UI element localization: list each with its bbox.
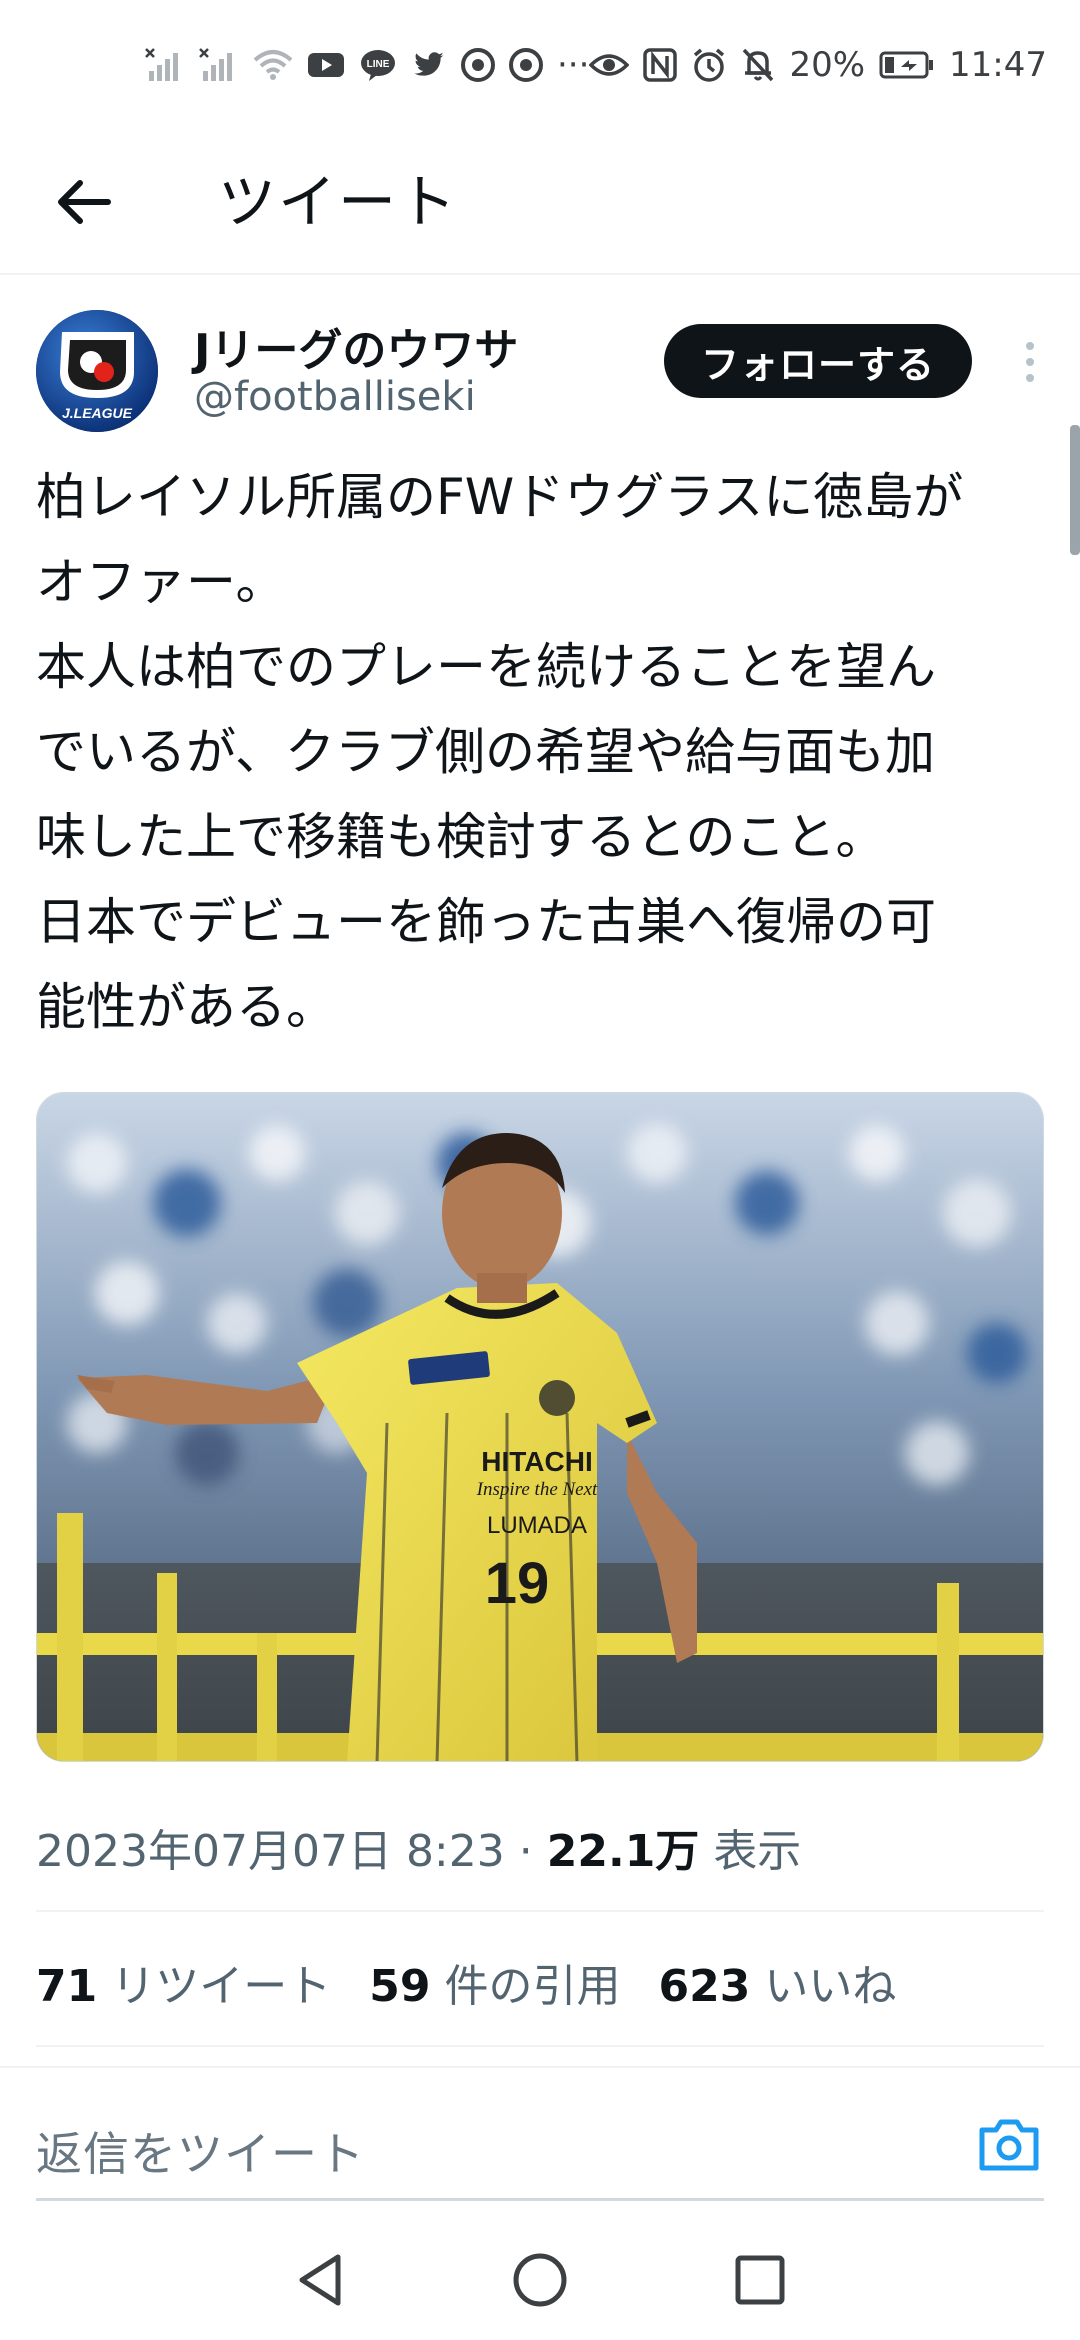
twitter-icon [411,49,447,81]
svg-text:LINE: LINE [367,59,390,70]
jersey-sponsor: HITACHI [481,1446,592,1477]
more-dot-icon [1026,358,1034,366]
chrome-icon [509,48,543,82]
more-dot-icon [1026,374,1034,382]
jersey-sub: LUMADA [487,1512,587,1539]
retweets-label: リツイート [111,1961,332,2012]
tweet-line: 味した上で移籍も検討するとのこと。 [36,808,886,866]
tweet-photo[interactable]: HITACHI Inspire the Next LUMADA 19 [36,1092,1044,1762]
retweets-count: 71 [36,1961,98,2012]
nav-recents-button[interactable] [725,2245,795,2315]
reply-input[interactable]: 返信をツイート [36,2118,365,2184]
retweets-stat[interactable]: 71 リツイート [36,1950,331,2014]
tweet-text: 柏レイソル所属のFWドウグラスに徳島が オファー。 本人は柏でのプレーを続けるこ… [36,455,1046,1050]
signal-off-icon [199,47,239,83]
status-left: LINE ··· [145,45,589,85]
tweet-author: J.LEAGUE Jリーグのウワサ @footballiseki フォローする [36,310,1046,435]
camera-icon [979,2119,1039,2171]
jersey-tagline: Inspire the Next [476,1479,598,1500]
likes-stat[interactable]: 623 いいね [658,1950,896,2014]
youtube-icon [307,50,345,80]
views-count: 22.1万 [546,1826,700,1877]
avatar[interactable]: J.LEAGUE [36,310,158,432]
likes-label: いいね [764,1961,897,2012]
top-app-bar: ツイート [0,130,1080,275]
tweet-line: でいるが、クラブ側の希望や給与面も加 [36,723,935,781]
tweet-line: 柏レイソル所属のFWドウグラスに徳島が [36,468,964,526]
status-right: 20% 11:47 [589,45,1047,85]
quotes-label: 件の引用 [444,1961,621,2012]
quotes-stat[interactable]: 59 件の引用 [369,1950,620,2014]
chrome-icon [461,48,495,82]
likes-count: 623 [658,1961,751,2012]
divider [36,2045,1044,2047]
line-icon: LINE [359,48,397,82]
nav-back-button[interactable] [285,2245,355,2315]
divider [36,1910,1044,1912]
alarm-icon [691,47,727,83]
system-nav-bar [0,2220,1080,2340]
eye-icon [589,50,630,80]
author-handle[interactable]: @footballiseki [194,374,476,420]
screen: LINE ··· 20% 11:47 ツイート J.LEAGUE Jリーグのウワ… [0,0,1080,2340]
triangle-back-icon [299,2254,341,2306]
follow-button[interactable]: フォローする [664,324,972,398]
meta-separator: · [518,1826,533,1877]
avatar-logo-text: J.LEAGUE [62,405,133,421]
nfc-icon [643,48,678,82]
reply-underline [36,2198,1044,2201]
quotes-count: 59 [369,1961,431,2012]
tweet-line: 本人は柏でのプレーを続けることを望ん [36,638,936,696]
signal-off-icon [145,47,185,83]
battery-percent: 20% [789,45,866,85]
more-dot-icon [1026,342,1034,350]
tweet-timestamp-row: 2023年07月07日 8:23 · 22.1万 表示 [36,1815,801,1879]
wifi-icon [253,48,293,82]
author-name[interactable]: Jリーグのウワサ [194,314,518,378]
mute-icon [741,47,775,83]
more-options-button[interactable] [1010,330,1050,394]
nav-home-button[interactable] [505,2245,575,2315]
tweet-line: オファー。 [36,553,286,611]
jersey-number: 19 [485,1551,550,1616]
back-arrow-icon [58,180,111,224]
square-recents-icon [735,2255,785,2305]
more-notifications-icon: ··· [557,45,590,85]
camera-button[interactable] [976,2112,1042,2178]
circle-home-icon [513,2253,567,2307]
engagement-stats: 71 リツイート 59 件の引用 623 いいね [36,1950,896,2014]
clock: 11:47 [949,45,1047,85]
tweet-line: 能性がある。 [36,978,336,1036]
views-label: 表示 [713,1826,802,1877]
back-button[interactable] [52,170,116,234]
tweet-line: 日本でデビューを飾った古巣へ復帰の可 [36,893,936,951]
tweet-timestamp[interactable]: 2023年07月07日 8:23 [36,1826,505,1877]
status-bar: LINE ··· 20% 11:47 [0,0,1080,130]
battery-icon [879,50,935,80]
scrollbar-thumb[interactable] [1070,425,1080,555]
page-title: ツイート [218,168,459,236]
